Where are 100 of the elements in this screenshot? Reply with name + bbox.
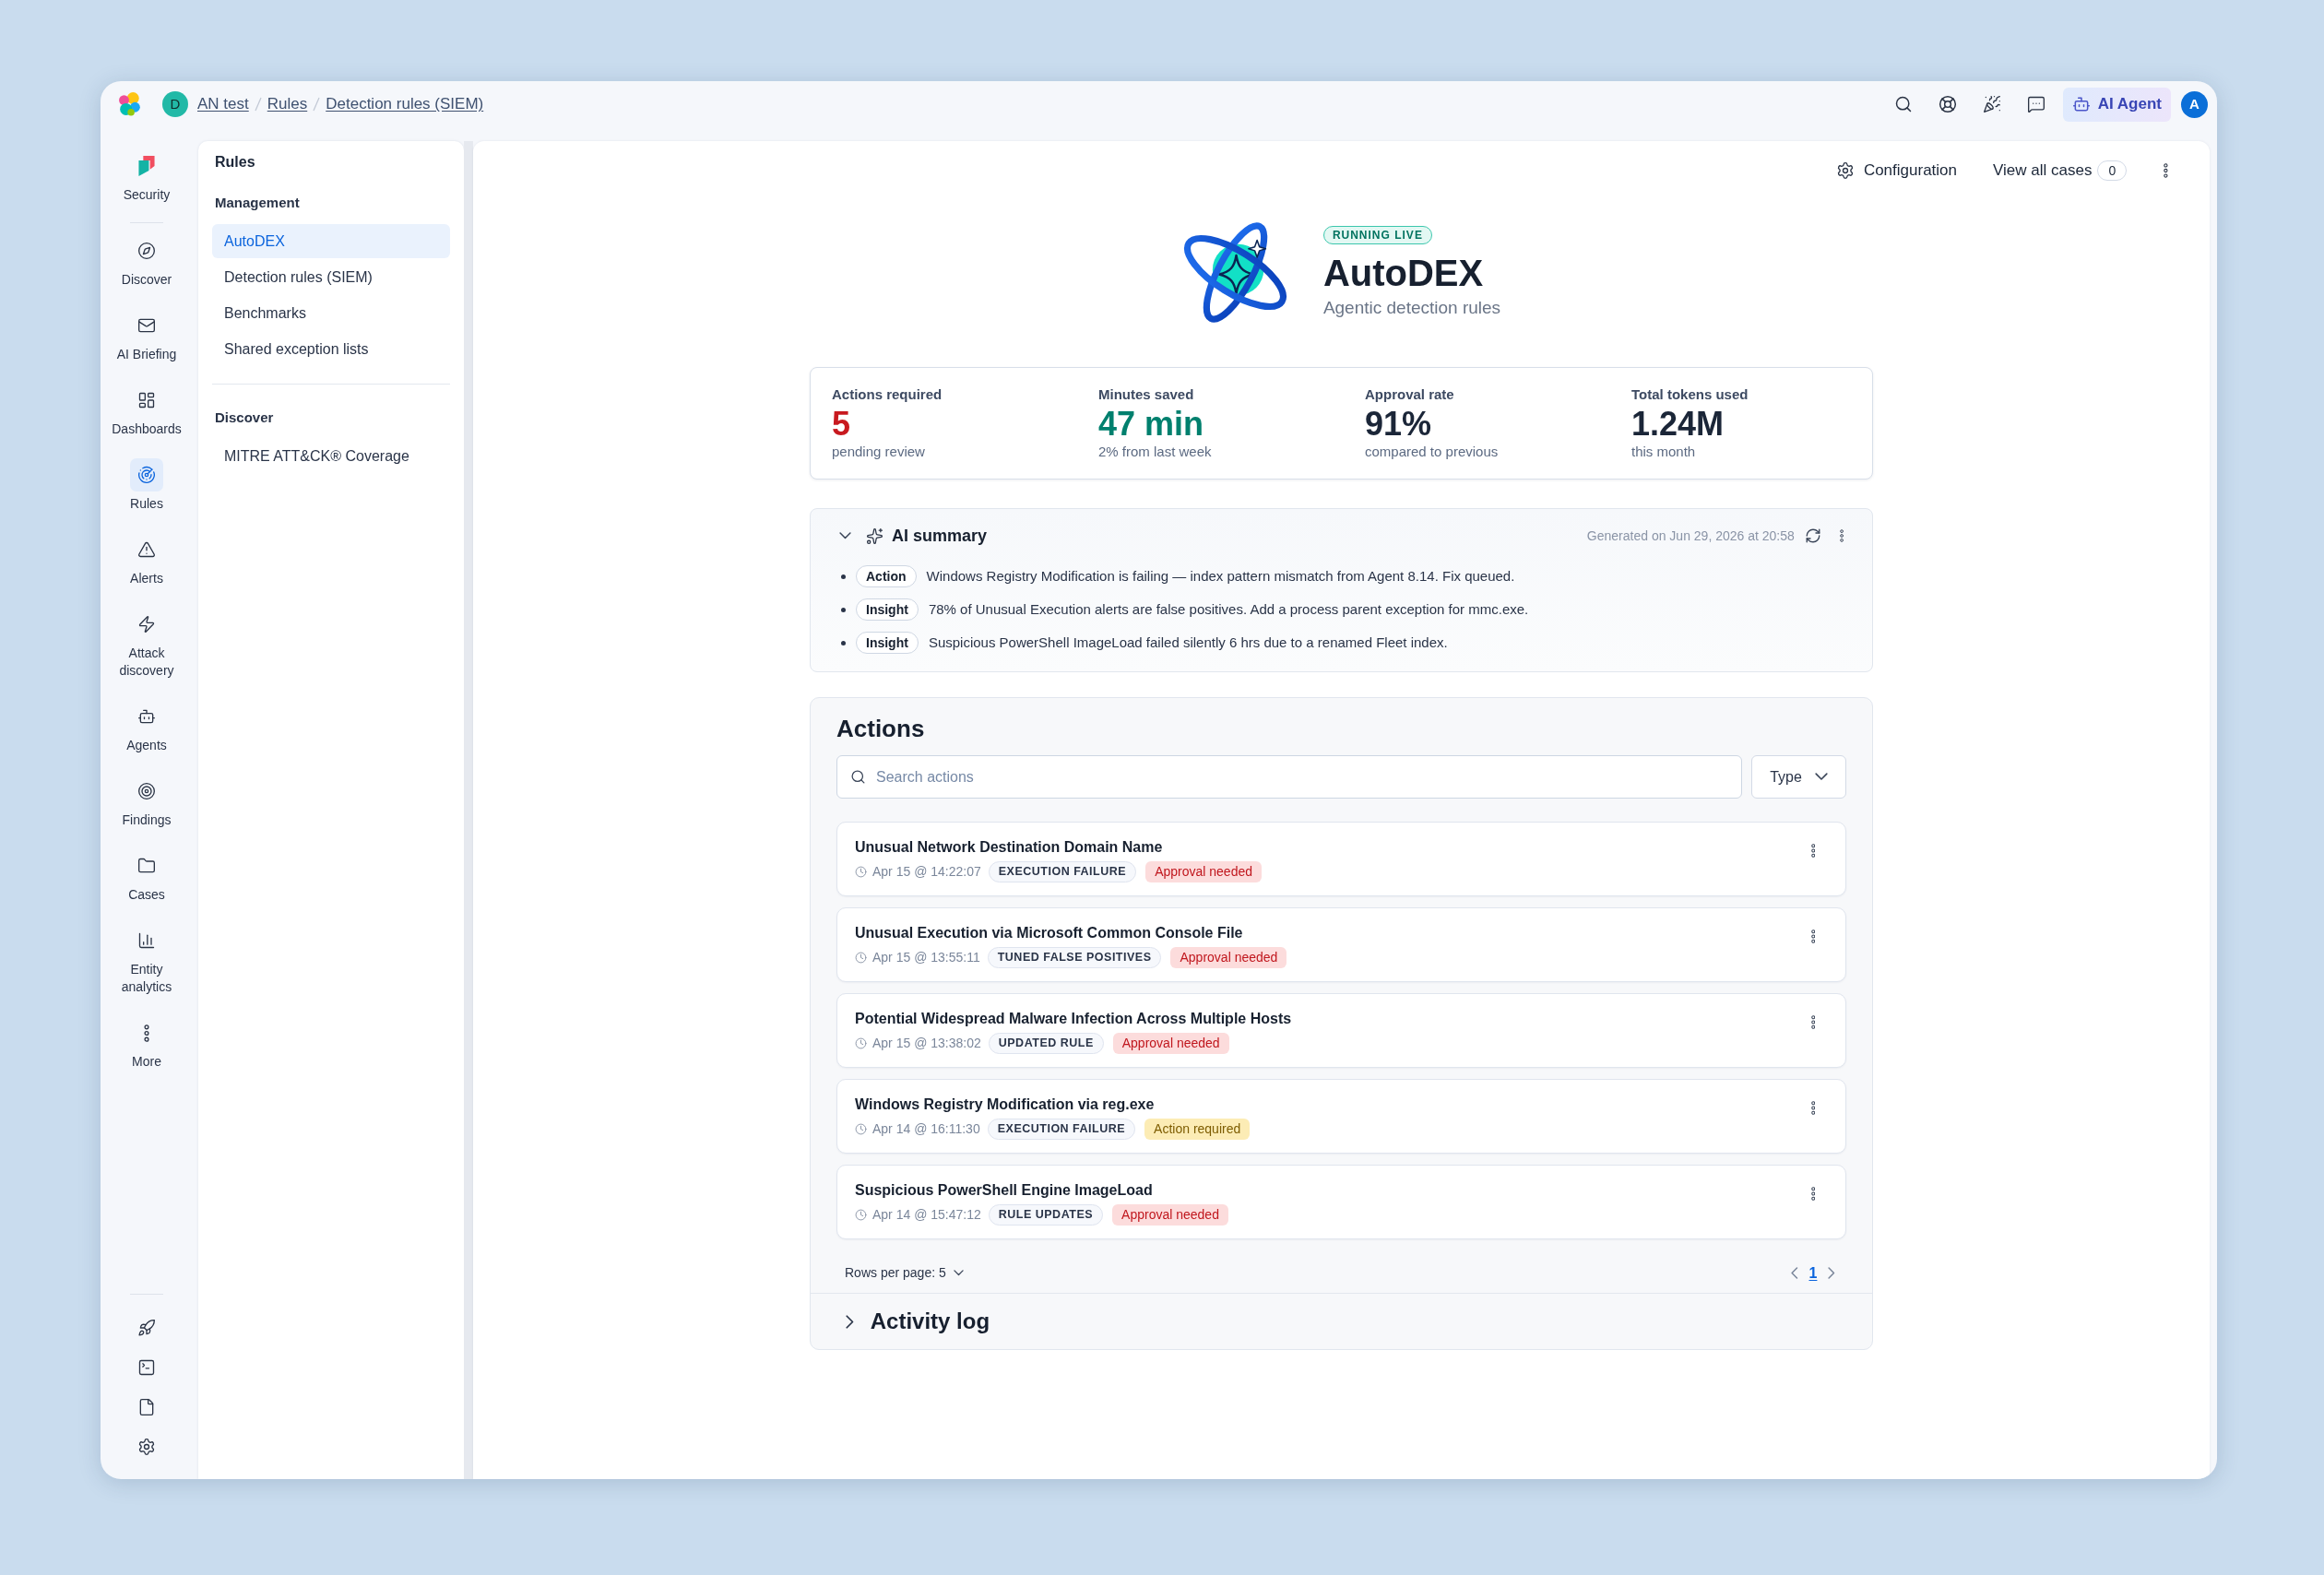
action-row[interactable]: Unusual Network Destination Domain Name Apr 15 @ 14:22:07 EXECUTION FAILURE Approval needed [836, 822, 1846, 896]
page-link[interactable]: 1 [1808, 1261, 1818, 1285]
nav-item[interactable]: Entity analytics [102, 924, 191, 996]
view-all-cases-button[interactable]: View all cases 0 [1993, 159, 2128, 183]
chat-icon[interactable] [2026, 95, 2045, 113]
summary-text: 78% of Unusual Execution alerts are false positives. Add a process parent exception for mmc.exe. [928, 599, 1529, 619]
search-icon [850, 769, 866, 785]
stat-note: pending review [832, 443, 926, 461]
stat-label: Approval rate [1365, 385, 1455, 404]
type-filter-button[interactable]: Type [1751, 755, 1846, 799]
status-tag: Approval needed [1112, 1032, 1229, 1054]
app-logo [118, 92, 142, 116]
category-tag: EXECUTION FAILURE [987, 1118, 1136, 1140]
refresh-icon[interactable] [1804, 527, 1821, 544]
nav-item[interactable]: Findings [102, 775, 191, 829]
action-row[interactable]: Potential Widespread Malware Infection Across Multiple Hosts Apr 15 @ 13:38:02 UPDATED RULE Approval needed [836, 993, 1846, 1068]
chevron-down-icon [1814, 773, 1828, 781]
stat-note: 2% from last week [1098, 443, 1213, 461]
breadcrumb-link[interactable]: Detection rules (SIEM) [326, 92, 484, 116]
nav-item[interactable]: AI Briefing [102, 309, 191, 363]
page-title: AutoDEX [1322, 251, 1484, 295]
space-avatar[interactable]: D [162, 91, 188, 117]
breadcrumb-link[interactable]: AN test [197, 92, 249, 116]
panel-link[interactable]: Detection rules (SIEM) [212, 260, 450, 294]
panel-link[interactable]: Benchmarks [212, 296, 450, 330]
stat-value: 1.24M [1631, 406, 1725, 443]
action-time: Apr 15 @ 14:22:07 [872, 862, 981, 881]
nav-item[interactable]: Security [123, 149, 171, 204]
panel-link[interactable]: Shared exception lists [212, 332, 450, 366]
action-row[interactable]: Unusual Execution via Microsoft Common Console File Apr 15 @ 13:55:11 TUNED FALSE POSITIVES Approval needed [836, 907, 1846, 982]
document-icon[interactable] [137, 1397, 156, 1416]
nav-item[interactable]: Cases [102, 849, 191, 904]
rows-per-page-button[interactable]: Rows per page: 5 [845, 1263, 964, 1283]
action-time: Apr 14 @ 15:47:12 [872, 1205, 981, 1224]
nav-item[interactable]: Attack discovery [102, 608, 191, 680]
party-popper-icon[interactable] [1982, 95, 2001, 113]
nav-item[interactable]: Dashboards [102, 384, 191, 438]
panel-link[interactable]: AutoDEX [212, 224, 450, 258]
action-title: Windows Registry Modification via reg.exe [855, 1095, 1156, 1114]
status-tag: Approval needed [1145, 860, 1262, 882]
stat-note: compared to previous [1365, 443, 1500, 461]
summary-text: Suspicious PowerShell ImageLoad failed silently 6 hrs due to a renamed Fleet index. [928, 633, 1448, 652]
clock-icon [855, 1122, 867, 1135]
user-avatar[interactable]: A [2181, 90, 2208, 118]
terminal-icon[interactable] [137, 1357, 156, 1377]
bullet-icon [841, 607, 846, 612]
sparkles-icon [866, 527, 883, 545]
category-tag: EXECUTION FAILURE [988, 860, 1137, 882]
chevron-down-icon[interactable] [839, 532, 851, 539]
lifebuoy-icon[interactable] [1938, 95, 1957, 113]
nav-item[interactable]: Rules [102, 458, 191, 513]
status-tag: Approval needed [1170, 946, 1287, 968]
search-field[interactable]: Search actions [836, 755, 1742, 799]
action-time: Apr 14 @ 16:11:30 [872, 1119, 980, 1138]
action-title: Unusual Execution via Microsoft Common Console File [855, 924, 1244, 942]
stat-label: Actions required [832, 385, 943, 404]
settings-icon [1835, 161, 1855, 180]
status-tag: Action required [1144, 1118, 1251, 1140]
page-subtitle: Agentic detection rules [1322, 296, 1501, 319]
more-options-icon[interactable] [1810, 1187, 1815, 1201]
section-heading: Discover [214, 409, 275, 427]
stat-note: this month [1631, 443, 1697, 461]
summary-tag: Action [856, 565, 917, 587]
more-options-icon[interactable] [1810, 1101, 1815, 1115]
generated-time: Generated on Jun 29, 2026 at 20:58 [1586, 527, 1795, 545]
more-options-icon[interactable] [1810, 844, 1815, 858]
more-options-icon[interactable] [2164, 163, 2168, 178]
action-title: Unusual Network Destination Domain Name [855, 838, 1164, 857]
stat-value: 5 [832, 406, 852, 443]
stat-value: 47 min [1098, 406, 1205, 443]
rocket-icon[interactable] [137, 1318, 156, 1337]
security-logo-icon [137, 156, 156, 176]
clock-icon [855, 1036, 867, 1049]
chevron-right-icon[interactable] [846, 1314, 854, 1329]
search-icon[interactable] [1893, 95, 1913, 113]
chevron-left-icon[interactable] [1790, 1267, 1798, 1279]
clock-icon [855, 951, 867, 964]
configuration-button[interactable]: Configuration [1835, 159, 1957, 183]
chevron-down-icon [953, 1270, 964, 1276]
panel-title: Rules [214, 153, 256, 172]
slash-separator-icon [313, 97, 321, 112]
panel-link[interactable]: MITRE ATT&CK® Coverage [212, 439, 450, 473]
breadcrumb-link[interactable]: Rules [267, 92, 308, 116]
stat-label: Minutes saved [1098, 385, 1195, 404]
slash-separator-icon [254, 97, 262, 112]
status-tag: Approval needed [1112, 1203, 1228, 1226]
action-row[interactable]: Windows Registry Modification via reg.exe Apr 14 @ 16:11:30 EXECUTION FAILURE Action required [836, 1079, 1846, 1154]
more-options-icon[interactable] [1810, 1015, 1815, 1029]
action-title: Suspicious PowerShell Engine ImageLoad [855, 1181, 1154, 1200]
more-options-icon[interactable] [1810, 930, 1815, 943]
section-title: Activity log [870, 1308, 990, 1335]
nav-item[interactable]: Discover [102, 234, 191, 289]
summary-text: Windows Registry Modification is failing — index pattern mismatch from Agent 8.14. Fix queued. [926, 566, 1515, 586]
more-options-icon[interactable] [1839, 529, 1844, 542]
nav-item[interactable]: Alerts [102, 533, 191, 587]
settings-icon[interactable] [137, 1437, 156, 1456]
action-row[interactable]: Suspicious PowerShell Engine ImageLoad Apr 14 @ 15:47:12 RULE UPDATES Approval needed [836, 1165, 1846, 1239]
nav-item[interactable]: More [102, 1016, 191, 1071]
nav-item[interactable]: Agents [102, 700, 191, 754]
ai-agent-button[interactable]: AI Agent [2062, 87, 2171, 122]
